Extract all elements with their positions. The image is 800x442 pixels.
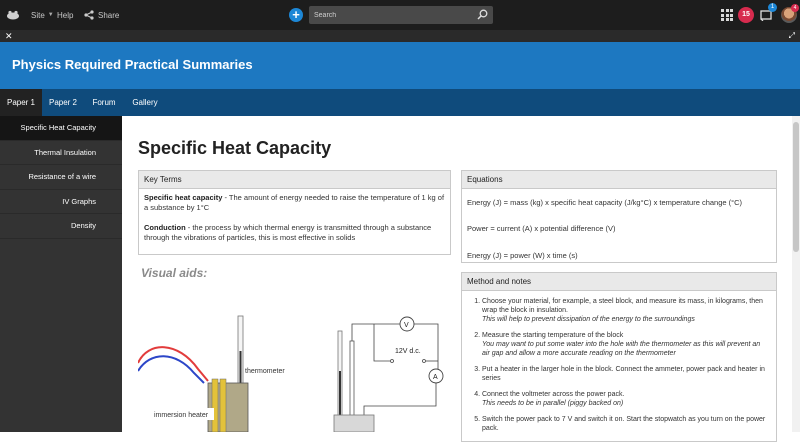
step-text: Put a heater in the larger hole in the b…: [482, 366, 765, 382]
share-label: Share: [98, 10, 120, 20]
top-bar: Site ▼ Help Share + 15 1 4: [0, 0, 800, 30]
close-icon[interactable]: ✕: [5, 30, 13, 42]
method-step: Switch the power pack to 7 V and switch …: [482, 415, 768, 433]
nav-paper-1[interactable]: Paper 1: [0, 89, 42, 116]
apparatus-diagram: thermometer immersion heater V 12V d.c. …: [138, 315, 444, 432]
key-term-item: Specific heat capacity - The amount of e…: [144, 193, 445, 213]
share-button[interactable]: Share: [84, 0, 119, 30]
key-terms-heading: Key Terms: [139, 171, 450, 189]
site-title: Physics Required Practical Summaries: [12, 57, 253, 72]
sidebar-item-resistance-of-a-wire[interactable]: Resistance of a wire: [0, 165, 122, 190]
apps-grid-icon[interactable]: [721, 9, 733, 21]
method-panel: Method and notes Choose your material, f…: [461, 272, 777, 442]
visual-aids-heading: Visual aids:: [141, 266, 208, 280]
voltmeter-symbol: V: [404, 322, 409, 329]
main-nav: Paper 1 Paper 2 Forum Gallery: [0, 89, 800, 116]
key-term-name: Conduction: [144, 223, 186, 232]
sidebar: Specific Heat Capacity Thermal Insulatio…: [0, 116, 122, 432]
step-note: This will help to prevent dissipation of…: [482, 316, 695, 323]
immersion-heater-label: immersion heater: [154, 412, 209, 419]
avatar-badge: 4: [791, 4, 799, 12]
step-text: Connect the voltmeter across the power p…: [482, 391, 625, 398]
key-term-name: Specific heat capacity: [144, 193, 223, 202]
expand-icon[interactable]: ⤢: [789, 30, 795, 42]
key-terms-panel: Key Terms Specific heat capacity - The a…: [138, 170, 451, 255]
method-step: Connect the voltmeter across the power p…: [482, 390, 768, 408]
equation-item: Energy (J) = power (W) x time (s): [467, 251, 578, 260]
page-title: Specific Heat Capacity: [138, 138, 332, 158]
ammeter-symbol: A: [433, 374, 438, 381]
method-step: Put a heater in the larger hole in the b…: [482, 365, 768, 383]
share-icon: [84, 10, 94, 20]
step-note: This needs to be in parallel (piggy back…: [482, 400, 624, 407]
sidebar-item-thermal-insulation[interactable]: Thermal Insulation: [0, 141, 122, 165]
step-text: Switch the power pack to 7 V and switch …: [482, 416, 766, 432]
circuit-apparatus: V 12V d.c. A: [333, 316, 444, 432]
add-button[interactable]: +: [289, 8, 303, 22]
step-text: Choose your material, for example, a ste…: [482, 298, 763, 314]
chevron-down-icon: ▼: [47, 12, 54, 18]
scrollbar[interactable]: [792, 116, 800, 432]
step-text: Measure the starting temperature of the …: [482, 332, 624, 339]
key-term-definition: - the process by which thermal energy is…: [144, 223, 432, 242]
site-menu[interactable]: Site ▼: [31, 0, 54, 30]
main-content: Specific Heat Capacity Key Terms Specifi…: [122, 116, 792, 442]
sidebar-item-iv-graphs[interactable]: IV Graphs: [0, 190, 122, 214]
key-term-item: Conduction - the process by which therma…: [144, 223, 445, 243]
search-input[interactable]: [309, 6, 479, 24]
equation-item: Power = current (A) x potential differen…: [467, 224, 616, 233]
nav-paper-2[interactable]: Paper 2: [42, 89, 84, 116]
nav-forum[interactable]: Forum: [84, 89, 124, 116]
thermometer-label: thermometer: [245, 368, 285, 375]
equation-item: Energy (J) = mass (kg) x specific heat c…: [467, 198, 743, 207]
site-header: Physics Required Practical Summaries: [0, 42, 800, 89]
logo-icon[interactable]: [6, 0, 22, 30]
search-box: [309, 6, 493, 24]
site-menu-label: Site: [31, 10, 45, 20]
heater-apparatus: thermometer immersion heater: [138, 315, 285, 432]
power-supply-label: 12V d.c.: [395, 348, 421, 355]
method-step: Choose your material, for example, a ste…: [482, 297, 768, 324]
nav-gallery[interactable]: Gallery: [124, 89, 166, 116]
sidebar-item-specific-heat-capacity[interactable]: Specific Heat Capacity: [0, 116, 122, 141]
method-steps: Choose your material, for example, a ste…: [462, 291, 776, 433]
equations-heading: Equations: [462, 171, 776, 189]
sidebar-item-density[interactable]: Density: [0, 214, 122, 239]
method-heading: Method and notes: [462, 273, 776, 291]
help-link[interactable]: Help: [57, 0, 73, 30]
equations-panel: Equations Energy (J) = mass (kg) x speci…: [461, 170, 777, 263]
search-icon[interactable]: [477, 9, 488, 20]
notifications-badge[interactable]: 15: [738, 7, 754, 23]
method-step: Measure the starting temperature of the …: [482, 331, 768, 358]
step-note: You may want to put some water into the …: [482, 341, 761, 357]
toolbar-strip: ✕ ⤢: [0, 30, 800, 42]
messages-badge: 1: [768, 3, 777, 12]
scrollbar-thumb[interactable]: [793, 122, 799, 252]
